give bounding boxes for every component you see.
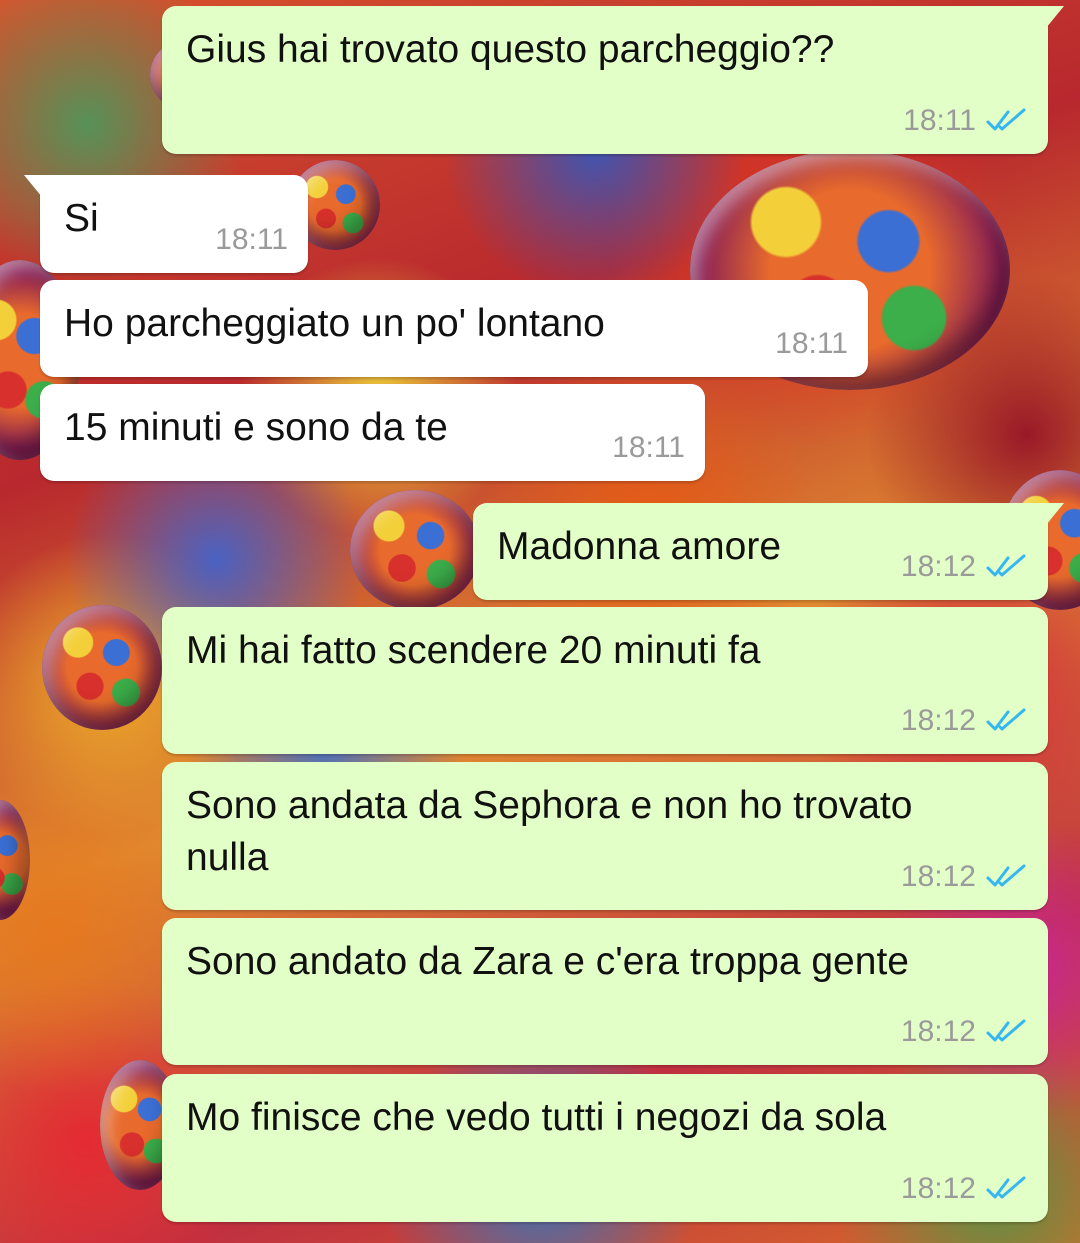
message-meta: 18:12 [901, 1172, 1028, 1206]
double-check-icon [986, 708, 1026, 731]
message-time: 18:11 [903, 104, 976, 137]
message-text: 15 minuti e sono da te [64, 406, 448, 449]
message-time: 18:12 [900, 550, 976, 583]
message-text: Sono andata da Sephora e non ho trovato … [186, 780, 912, 884]
message-bubble-outgoing[interactable]: Mo finisce che vedo tutti i negozi da so… [162, 1074, 1048, 1222]
message-time: 18:11 [612, 431, 685, 464]
message-time: 18:12 [900, 1172, 976, 1205]
message-time: 18:11 [215, 223, 288, 256]
message-text: Mo finisce che vedo tutti i negozi da so… [186, 1096, 887, 1139]
message-text: Mi hai fatto scendere 20 minuti fa [186, 629, 761, 672]
message-meta: 18:12 [901, 550, 1028, 584]
message-bubble-outgoing[interactable]: Sono andata da Sephora e non ho trovato … [162, 762, 1048, 910]
message-meta: 18:12 [901, 704, 1028, 738]
message-text-line: Sono andata da Sephora e non ho trovato [186, 784, 913, 827]
message-time: 18:12 [900, 704, 976, 737]
message-bubble-outgoing[interactable]: Madonna amore 18:12 [473, 503, 1064, 600]
message-text-line: nulla [186, 836, 269, 879]
double-check-icon [986, 1176, 1026, 1199]
double-check-icon [986, 554, 1026, 577]
double-check-icon [986, 1019, 1026, 1042]
message-bubble-incoming[interactable]: 15 minuti e sono da te 18:11 [40, 384, 705, 481]
message-meta: 18:11 [612, 431, 685, 465]
wallpaper-sphere [0, 800, 30, 920]
message-bubble-incoming[interactable]: Ho parcheggiato un po' lontano 18:11 [40, 280, 868, 377]
message-bubble-outgoing[interactable]: Sono andato da Zara e c'era troppa gente… [162, 918, 1048, 1065]
message-time: 18:12 [900, 1015, 976, 1048]
wallpaper-sphere [350, 490, 480, 610]
chat-window: Gius hai trovato questo parcheggio?? 18:… [0, 0, 1080, 1243]
message-meta: 18:11 [215, 223, 288, 257]
message-text: Ho parcheggiato un po' lontano [64, 302, 605, 345]
message-meta: 18:11 [903, 104, 1028, 138]
message-text: Si [64, 197, 99, 240]
double-check-icon [986, 864, 1026, 887]
message-bubble-outgoing[interactable]: Gius hai trovato questo parcheggio?? 18:… [162, 6, 1064, 154]
double-check-icon [986, 108, 1026, 131]
message-text: Gius hai trovato questo parcheggio?? [186, 28, 835, 71]
message-meta: 18:12 [901, 1015, 1028, 1049]
wallpaper-sphere [42, 605, 162, 730]
message-meta: 18:12 [901, 860, 1028, 894]
message-meta: 18:11 [775, 327, 848, 361]
message-time: 18:11 [775, 327, 848, 360]
message-text: Madonna amore [497, 525, 782, 568]
message-time: 18:12 [900, 860, 976, 893]
message-bubble-outgoing[interactable]: Mi hai fatto scendere 20 minuti fa 18:12 [162, 607, 1048, 754]
message-text: Sono andato da Zara e c'era troppa gente [186, 940, 909, 983]
message-bubble-incoming[interactable]: Si 18:11 [24, 175, 308, 273]
